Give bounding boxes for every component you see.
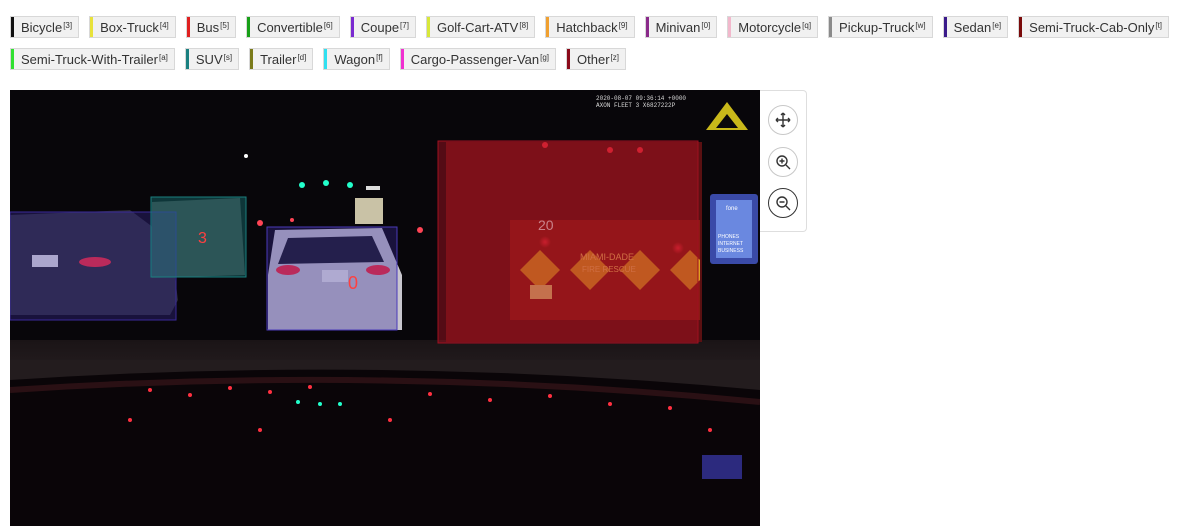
zoom-out-button[interactable]	[768, 188, 798, 218]
category-label: Sedan	[953, 19, 992, 35]
category-chip-semi-truck-cab-only[interactable]: Semi-Truck-Cab-Only [t]	[1018, 16, 1170, 38]
category-color-swatch	[90, 17, 94, 37]
category-hotkey: [d]	[297, 52, 307, 62]
category-label: Bicycle	[21, 19, 63, 35]
category-color-swatch	[645, 17, 649, 37]
category-chip-minivan[interactable]: Minivan [0]	[644, 16, 718, 38]
category-chip-wagon[interactable]: Wagon [f]	[323, 48, 390, 70]
category-color-swatch	[247, 17, 251, 37]
move-icon	[775, 112, 791, 128]
category-color-swatch	[546, 17, 550, 37]
category-label: Cargo-Passenger-Van	[410, 51, 540, 67]
category-row-2: Semi-Truck-With-Trailer [a] SUV [s] Trailer[…	[10, 48, 1130, 70]
billboard-text-0: fone	[726, 206, 738, 212]
category-hotkey: [w]	[915, 20, 926, 30]
category-chip-bicycle[interactable]: Bicycle [3]	[10, 16, 80, 38]
bbox-truck-right[interactable]	[437, 140, 699, 344]
category-color-swatch	[943, 17, 947, 37]
category-hotkey: [0]	[701, 20, 711, 30]
category-hotkey: [6]	[323, 20, 333, 30]
category-color-swatch	[350, 17, 354, 37]
annotation-canvas[interactable]: MIAMI-DADE FIRE RESCUE 20 fone PHONES IN…	[10, 90, 760, 526]
category-label: Semi-Truck-With-Trailer	[21, 51, 158, 67]
category-color-swatch	[324, 49, 328, 69]
category-label: Box-Truck	[100, 19, 159, 35]
bbox-label-suv: 3	[198, 230, 207, 247]
category-chip-motorcycle[interactable]: Motorcycle [q]	[727, 16, 819, 38]
category-chip-golf-cart-atv[interactable]: Golf-Cart-ATV [8]	[425, 16, 536, 38]
category-color-swatch	[11, 49, 14, 69]
bbox-suv-center[interactable]: 3	[150, 196, 247, 278]
category-label: Motorcycle	[738, 19, 802, 35]
category-label: Semi-Truck-Cab-Only	[1029, 19, 1155, 35]
category-label: Coupe	[360, 19, 400, 35]
category-label: SUV	[195, 51, 223, 67]
billboard-text-3: BUSINESS	[718, 248, 744, 254]
canvas-controls	[760, 90, 807, 232]
category-color-swatch	[567, 49, 571, 69]
category-label: Bus	[196, 19, 220, 35]
category-label: Minivan	[655, 19, 701, 35]
category-chip-cargo-passenger-van[interactable]: Cargo-Passenger-Van [g]	[399, 48, 557, 70]
category-row-1: Bicycle [3] Box-Truck [4] Bus [5] Convertible[…	[10, 16, 1170, 38]
category-label: Golf-Cart-ATV	[436, 19, 519, 35]
category-color-swatch	[1019, 17, 1023, 37]
category-labels: Bicycle [3] Box-Truck [4] Bus [5] Convertible[…	[10, 16, 1170, 80]
category-chip-pickup-truck[interactable]: Pickup-Truck [w]	[828, 16, 933, 38]
category-chip-bus[interactable]: Bus [5]	[185, 16, 237, 38]
category-label: Convertible	[257, 19, 323, 35]
category-label: Hatchback	[556, 19, 618, 35]
category-hotkey: [t]	[1155, 20, 1163, 30]
bbox-sedan-center[interactable]: 0	[266, 226, 398, 331]
category-chip-hatchback[interactable]: Hatchback [9]	[545, 16, 635, 38]
category-chip-coupe[interactable]: Coupe [7]	[349, 16, 416, 38]
category-hotkey: [g]	[540, 52, 550, 62]
category-color-swatch	[400, 49, 404, 69]
category-hotkey: [s]	[223, 52, 233, 62]
category-hotkey: [4]	[159, 20, 169, 30]
category-chip-convertible[interactable]: Convertible [6]	[246, 16, 340, 38]
category-color-swatch	[728, 17, 732, 37]
timestamp-overlay: 2020-08-07 09:36:14 +0000	[596, 95, 686, 102]
category-color-swatch	[186, 17, 190, 37]
category-hotkey: [a]	[158, 52, 168, 62]
category-label: Wagon	[334, 51, 376, 67]
category-chip-trailer[interactable]: Trailer [d]	[249, 48, 314, 70]
category-label: Trailer	[260, 51, 297, 67]
zoom-out-icon	[776, 196, 791, 211]
category-hotkey: [z]	[610, 52, 619, 62]
category-chip-semi-truck-with-trailer[interactable]: Semi-Truck-With-Trailer [a]	[10, 48, 175, 70]
category-chip-suv[interactable]: SUV [s]	[184, 48, 240, 70]
category-chip-box-truck[interactable]: Box-Truck [4]	[89, 16, 176, 38]
zoom-in-button[interactable]	[768, 147, 798, 177]
category-label: Pickup-Truck	[839, 19, 915, 35]
category-color-swatch	[829, 17, 833, 37]
category-label: Other	[577, 51, 610, 67]
category-color-swatch	[250, 49, 254, 69]
category-hotkey: [f]	[376, 52, 383, 62]
category-hotkey: [e]	[992, 20, 1002, 30]
category-hotkey: [7]	[400, 20, 409, 30]
pan-button[interactable]	[768, 105, 798, 135]
category-hotkey: [3]	[63, 20, 73, 30]
camera-id-overlay: AXON FLEET 3 X6827222P	[596, 102, 676, 109]
category-hotkey: [9]	[618, 20, 628, 30]
billboard-text-1: PHONES	[718, 234, 740, 240]
category-color-swatch	[426, 17, 430, 37]
category-hotkey: [8]	[519, 20, 529, 30]
bbox-label-sedan-center: 0	[348, 273, 358, 293]
category-color-swatch	[11, 17, 14, 37]
category-chip-sedan[interactable]: Sedan [e]	[942, 16, 1009, 38]
category-hotkey: [q]	[802, 20, 812, 30]
zoom-in-icon	[776, 155, 791, 170]
billboard-text-2: INTERNET	[718, 241, 743, 247]
category-color-swatch	[185, 49, 189, 69]
category-chip-other[interactable]: Other [z]	[566, 48, 626, 70]
category-hotkey: [5]	[220, 20, 230, 30]
